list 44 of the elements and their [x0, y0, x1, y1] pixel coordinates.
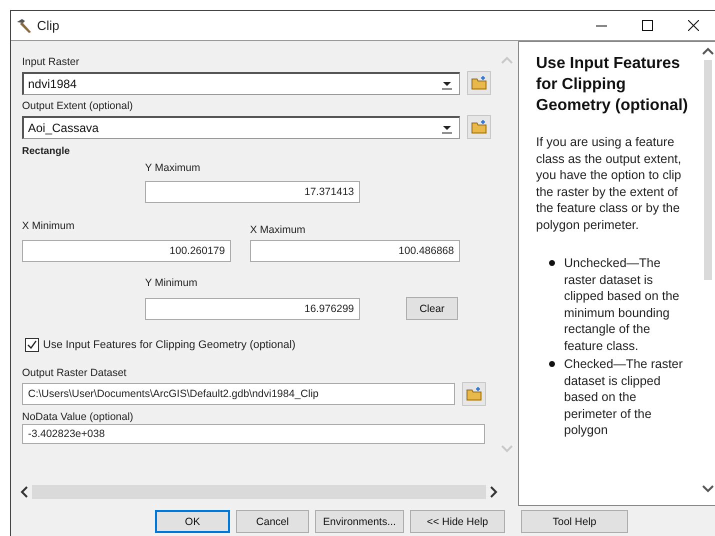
nodata-field[interactable]: -3.402823e+038 [22, 424, 485, 444]
clear-button[interactable]: Clear [406, 297, 458, 320]
scroll-left-icon[interactable] [19, 485, 29, 499]
field-label: Y Maximum [145, 161, 202, 175]
browse-button[interactable] [467, 115, 491, 139]
folder-icon [471, 120, 487, 134]
field-label: Input Raster [22, 55, 80, 69]
bullet-icon [549, 361, 555, 367]
field-label: X Maximum [250, 223, 306, 237]
dialog-button[interactable]: Environments... [315, 510, 404, 533]
browse-button[interactable] [467, 71, 491, 95]
dialog-button[interactable]: OK [155, 510, 230, 533]
scrollbar-thumb[interactable] [704, 60, 712, 280]
checkbox[interactable] [25, 338, 39, 352]
scroll-right-icon[interactable] [489, 485, 499, 499]
x-minimum-field[interactable]: 100.260179 [22, 240, 231, 262]
y-maximum-field[interactable]: 17.371413 [145, 181, 360, 203]
field-label: Output Raster Dataset [22, 366, 128, 380]
field-label: NoData Value (optional) [22, 410, 134, 424]
dialog-button[interactable]: Cancel [236, 510, 309, 533]
browse-button[interactable] [462, 382, 486, 406]
y-minimum-field[interactable]: 16.976299 [145, 298, 360, 320]
scroll-up-icon[interactable] [701, 46, 715, 56]
help-title: Use Input Features for Clipping Geometry (optional) [536, 54, 689, 116]
checkbox-label: Use Input Features for Clipping Geometry (optional) [43, 338, 296, 352]
window-title: Clip [37, 18, 60, 33]
folder-icon [466, 387, 482, 401]
field-label: Output Extent (optional) [22, 99, 134, 113]
dropdown-field[interactable]: ndvi1984 [22, 72, 460, 94]
help-bullet: Checked—The raster dataset is clipped based on the perimeter of the polygon [564, 356, 684, 438]
bullet-icon [549, 260, 555, 266]
tool-help-button[interactable]: Tool Help [521, 510, 628, 533]
section-label: Rectangle [22, 145, 71, 159]
dropdown-field[interactable]: Aoi_Cassava [22, 116, 460, 138]
x-maximum-field[interactable]: 100.486868 [250, 240, 460, 262]
dialog-button[interactable]: << Hide Help [410, 510, 505, 533]
folder-icon [471, 76, 487, 90]
hammer-icon [15, 18, 33, 34]
help-bullet: Unchecked—The raster dataset is clipped based on the minimum bounding rectangle of the feature class. [564, 255, 680, 354]
help-paragraph: If you are using a feature class as the output extent, you have the option to clip the raster by the extent of the feature class or by the polygon perimeter. [536, 134, 682, 233]
output-path-field[interactable]: C:\Users\User\Documents\ArcGIS\Default2.gdb\ndvi1984_Clip [22, 383, 455, 405]
scroll-down-icon[interactable] [701, 484, 715, 494]
field-label: X Minimum [22, 219, 76, 233]
field-label: Y Minimum [145, 276, 198, 290]
